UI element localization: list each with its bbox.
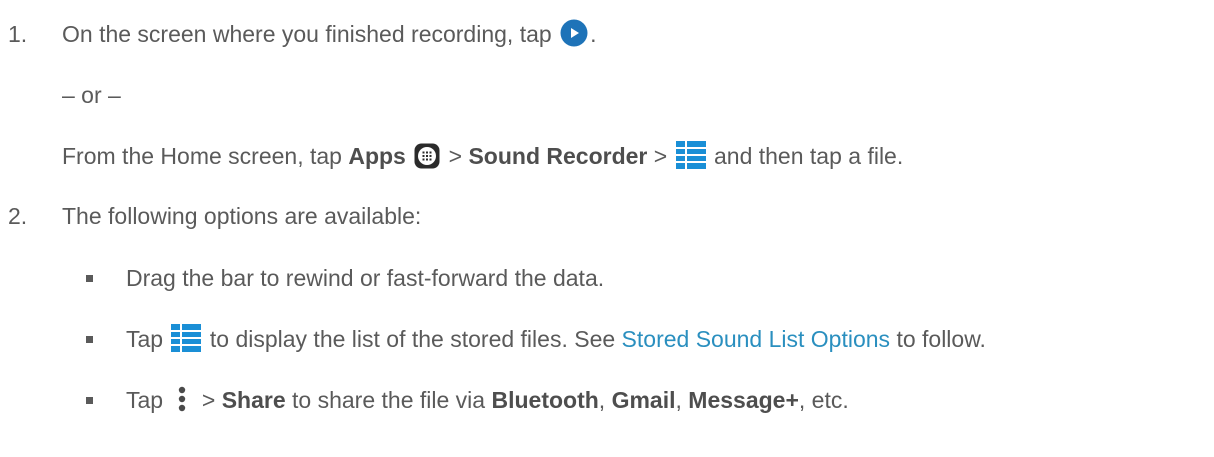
alt-instruction: From the Home screen, tap Apps > Sound R… [62, 141, 903, 176]
comma: , [675, 387, 682, 413]
message-plus-label: Message+ [688, 387, 799, 413]
gmail-label: Gmail [611, 387, 676, 413]
alt-suffix: and then tap a file. [713, 143, 904, 169]
overflow-menu-icon [177, 385, 187, 420]
comma: , [598, 387, 606, 413]
document-page: 1. On the screen where you finished reco… [0, 0, 1214, 457]
bullet-suffix: , etc. [798, 387, 849, 413]
apps-icon [414, 143, 440, 176]
list-icon [675, 141, 706, 176]
step-text: On the screen where you finished recordi… [62, 21, 552, 47]
bullet-suffix: to follow. [896, 326, 986, 352]
separator: > [448, 143, 463, 169]
bullet-text: Tap to display the list of the stored fi… [126, 324, 986, 359]
or-separator: – or – [62, 82, 121, 108]
play-icon [560, 19, 588, 54]
alt-prefix: From the Home screen, tap [62, 143, 342, 169]
bullet-text: Drag the bar to rewind or fast-forward t… [126, 265, 605, 291]
bullet-middle: to share the file via [292, 387, 486, 413]
stored-sound-list-options-link[interactable]: Stored Sound List Options [622, 326, 891, 352]
sound-recorder-label: Sound Recorder [468, 143, 648, 169]
apps-label: Apps [348, 143, 406, 169]
bullet-marker [86, 275, 93, 282]
step-text: The following options are available: [62, 203, 422, 229]
share-label: Share [221, 387, 286, 413]
step-text-end: . [590, 21, 597, 47]
bullet-middle: to display the list of the stored files.… [209, 326, 616, 352]
bullet-marker [86, 397, 93, 404]
bullet-prefix: Tap [126, 387, 164, 413]
separator: > [201, 387, 216, 413]
bullet-marker [86, 336, 93, 343]
bluetooth-label: Bluetooth [491, 387, 599, 413]
step-number: 1. [8, 21, 28, 47]
bullet-prefix: Tap [126, 326, 164, 352]
bullet-text: Tap > Share to share the file via Blueto… [126, 385, 849, 420]
separator: > [653, 143, 668, 169]
list-icon [171, 324, 202, 359]
step-number: 2. [8, 203, 28, 229]
